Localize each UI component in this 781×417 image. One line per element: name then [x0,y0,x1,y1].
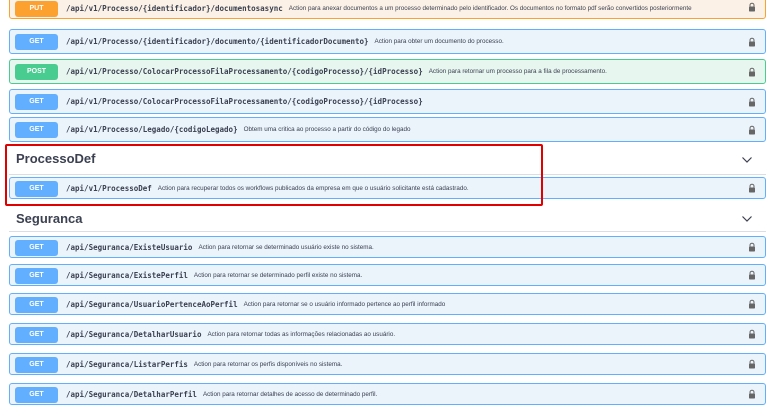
lock-icon[interactable] [747,389,757,399]
operation-description: Action para retornar detalhes de acesso … [202,390,378,398]
lock-icon[interactable] [747,97,757,107]
operation-get-listar-perfis[interactable]: GET /api/Seguranca/ListarPerfis Action p… [9,353,766,375]
operation-path: /api/v1/Processo/{identificador}/documen… [66,4,283,13]
operation-get-detalhar-usuario[interactable]: GET /api/Seguranca/DetalharUsuario Actio… [9,323,766,345]
operation-description: Action para anexar documentos a um proce… [288,5,692,12]
section-divider [9,231,766,232]
method-badge: GET [15,357,58,373]
highlight-box [5,144,543,206]
method-badge: GET [15,94,58,110]
lock-icon[interactable] [747,270,757,280]
chevron-down-icon[interactable] [741,156,753,164]
method-badge: GET [15,34,58,50]
method-badge: GET [15,122,58,138]
operation-path: /api/Seguranca/ExistePerfil [66,270,188,280]
method-badge: GET [15,387,58,403]
operation-path: /api/Seguranca/ListarPerfis [66,359,188,369]
operation-path: /api/v1/Processo/Legado/{codigoLegado} [66,125,238,134]
operation-path: /api/Seguranca/DetalharUsuario [66,329,202,339]
lock-icon[interactable] [747,67,757,77]
method-badge: GET [15,240,58,256]
operation-path: /api/v1/Processo/ColocarProcessoFilaProc… [66,67,423,76]
operation-path: /api/v1/Processo/{identificador}/documen… [66,37,369,46]
method-badge: POST [15,64,58,80]
operation-description: Action para retornar se determinado perf… [193,271,363,279]
operation-get-existe-perfil[interactable]: GET /api/Seguranca/ExistePerfil Action p… [9,264,766,286]
method-badge: GET [15,268,58,284]
operation-path: /api/v1/Processo/ColocarProcessoFilaProc… [66,97,423,106]
method-badge: GET [15,297,58,313]
operation-path: /api/Seguranca/ExisteUsuario [66,242,193,252]
operation-description: Action para obter um documento do proces… [374,38,504,45]
operation-description: Action para retornar todas as informaçõe… [207,330,396,338]
lock-icon[interactable] [747,299,757,309]
operation-get-detalhar-perfil[interactable]: GET /api/Seguranca/DetalharPerfil Action… [9,383,766,405]
method-badge: PUT [15,1,58,17]
operation-description: Obtem uma critica ao processo a partir d… [243,126,411,133]
lock-icon[interactable] [747,2,757,12]
operation-path: /api/Seguranca/DetalharPerfil [66,389,197,399]
operation-description: Action para retornar se o usuário inform… [243,300,446,308]
lock-icon[interactable] [747,37,757,47]
operation-post-colocar-processo-fila[interactable]: POST /api/v1/Processo/ColocarProcessoFil… [9,59,766,84]
operation-get-documento[interactable]: GET /api/v1/Processo/{identificador}/doc… [9,29,766,54]
lock-icon[interactable] [747,183,757,193]
operation-get-legado[interactable]: GET /api/v1/Processo/Legado/{codigoLegad… [9,117,766,142]
operation-description: Action para retornar se determinado usuá… [198,243,374,251]
lock-icon[interactable] [747,125,757,135]
operation-put-documentosasync[interactable]: PUT /api/v1/Processo/{identificador}/doc… [9,0,766,19]
lock-icon[interactable] [747,242,757,252]
lock-icon[interactable] [747,359,757,369]
operation-get-existe-usuario[interactable]: GET /api/Seguranca/ExisteUsuario Action … [9,236,766,258]
operation-path: /api/Seguranca/UsuarioPertenceAoPerfil [66,299,238,309]
lock-icon[interactable] [747,329,757,339]
operation-description: Action para retornar um processo para a … [428,68,607,75]
section-title-seguranca[interactable]: Seguranca [16,211,82,226]
chevron-down-icon[interactable] [741,215,753,223]
method-badge: GET [15,327,58,343]
operation-get-colocar-processo-fila[interactable]: GET /api/v1/Processo/ColocarProcessoFila… [9,89,766,114]
operation-get-usuario-pertence-perfil[interactable]: GET /api/Seguranca/UsuarioPertenceAoPerf… [9,293,766,315]
operation-description: Action para retornar os perfis disponíve… [193,360,343,368]
